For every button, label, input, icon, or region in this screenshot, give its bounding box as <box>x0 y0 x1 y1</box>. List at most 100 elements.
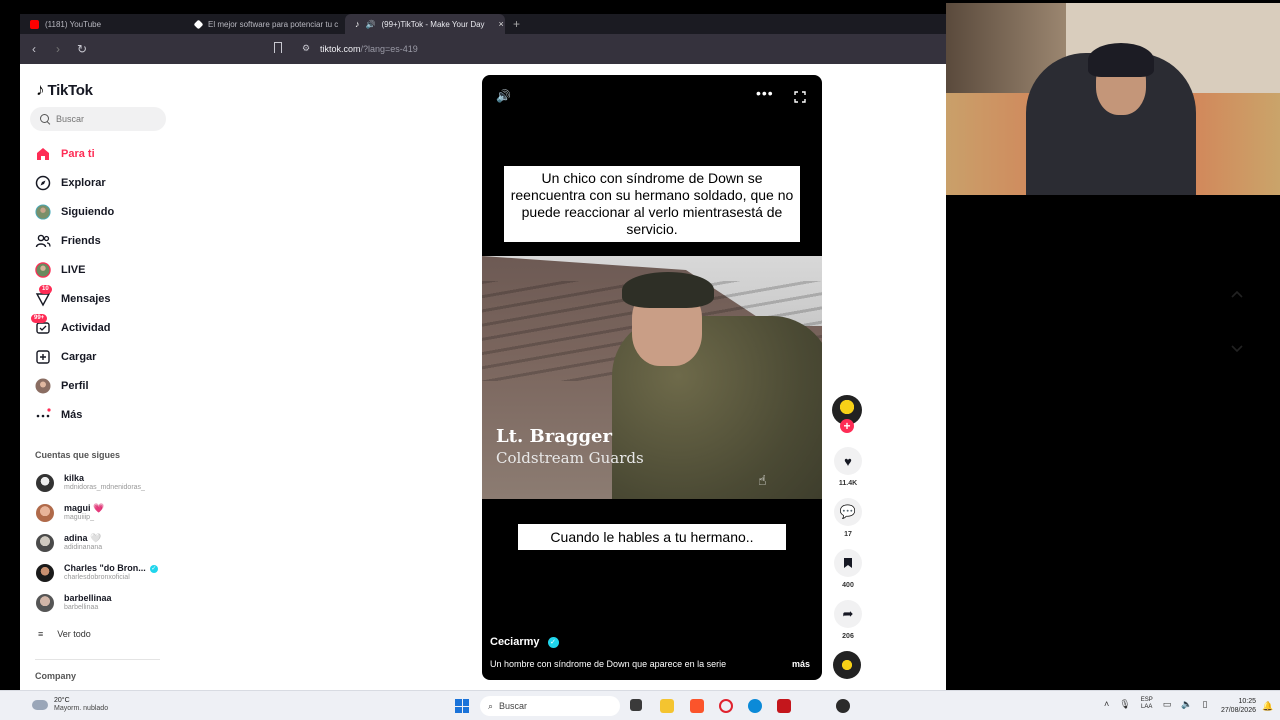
previous-video-button[interactable] <box>1222 279 1252 309</box>
fullscreen-icon[interactable] <box>794 90 806 103</box>
follow-plus-icon[interactable]: + <box>840 419 854 433</box>
tab-software[interactable]: El mejor software para potenciar tu c <box>185 14 345 34</box>
bookmark-icon[interactable] <box>274 42 282 53</box>
nav-label: Siguiendo <box>61 206 115 218</box>
account-name: barbellinaa <box>64 593 112 603</box>
following-avatar-icon <box>35 204 51 220</box>
reload-icon[interactable]: ↻ <box>72 42 92 56</box>
speaker-icon[interactable]: 🔈 <box>1181 699 1192 710</box>
sound-disc-icon[interactable] <box>833 651 861 679</box>
battery-icon[interactable]: ▯ <box>1202 699 1207 710</box>
nav-label: Más <box>61 409 83 421</box>
profile-avatar-icon <box>35 378 51 394</box>
soldier-beret <box>622 272 714 308</box>
video-player[interactable]: 🔊 ••• Un chico con síndrome de Down se r… <box>482 75 822 680</box>
see-all-label: Ver todo <box>57 629 91 639</box>
following-section-title: Cuentas que sigues <box>35 450 121 460</box>
account-name: magui 💗 <box>64 503 105 513</box>
notification-icon[interactable]: 🔔 <box>1262 701 1273 712</box>
share-icon[interactable]: ➦ <box>834 600 862 628</box>
more-dots-icon <box>35 407 51 423</box>
taskbar: 20°C Mayorm. nublado ⌕ Buscar ˄ 🎙 ESP LA… <box>0 690 1280 720</box>
tab-tiktok[interactable]: ♪ 🔊 (99+)TikTok - Make Your Day × <box>345 14 505 34</box>
network-icon[interactable]: ▭ <box>1163 699 1172 710</box>
opera-icon[interactable] <box>719 699 733 713</box>
description-more-link[interactable]: más <box>792 659 810 669</box>
url-host: tiktok.com <box>320 44 361 54</box>
author-name: Ceciarmy <box>490 636 540 648</box>
chevron-up-icon[interactable]: ˄ <box>1104 699 1109 709</box>
sidebar-divider <box>35 659 160 660</box>
microphone-icon[interactable]: 🎙 <box>1119 699 1130 710</box>
taskbar-search[interactable]: ⌕ Buscar <box>480 696 620 716</box>
comment-count: 17 <box>844 531 852 538</box>
video-description: Un hombre con síndrome de Down que apare… <box>490 659 727 669</box>
tiktok-logo[interactable]: ♪ TikTok <box>36 80 93 100</box>
obs-icon[interactable] <box>836 699 850 713</box>
search-box[interactable] <box>30 107 166 131</box>
nav-friends[interactable]: Friends <box>35 230 101 252</box>
acrobat-icon[interactable] <box>777 699 791 713</box>
tab-close-icon[interactable]: × <box>499 19 504 29</box>
following-account[interactable]: magui 💗 maguiiip_ <box>36 503 104 522</box>
forward-icon[interactable]: › <box>48 42 68 56</box>
tiktok-note-icon: ♪ <box>36 80 45 99</box>
weather-text: Mayorm. nublado <box>54 705 109 712</box>
friends-icon <box>35 233 51 249</box>
nav-siguiendo[interactable]: Siguiendo <box>35 201 114 223</box>
webcam-overlay <box>946 3 1280 195</box>
back-icon[interactable]: ‹ <box>24 42 44 56</box>
next-video-button[interactable] <box>1222 334 1252 364</box>
volume-icon[interactable]: 🔊 <box>496 89 511 103</box>
site-info-icon[interactable]: ⚙ <box>302 43 310 54</box>
nav-perfil[interactable]: Perfil <box>35 375 89 397</box>
hand-cursor-icon: ☝ <box>758 472 767 488</box>
edge-icon[interactable] <box>748 699 762 713</box>
like-action[interactable]: ♥ 11.4K <box>832 447 864 487</box>
temperature: 20°C <box>54 697 70 704</box>
following-account[interactable]: adina 🤍 adidinanana <box>36 533 102 552</box>
tab-youtube[interactable]: (1181) YouTube <box>20 14 185 34</box>
file-explorer-icon[interactable] <box>660 699 674 713</box>
comment-action[interactable]: 💬 17 <box>832 498 864 538</box>
system-tray: ˄ 🎙 ESP LAA ▭ 🔈 ▯ <box>1104 697 1207 711</box>
list-icon: ≡ <box>38 629 44 639</box>
speaker-icon: 🔊 <box>365 19 376 29</box>
language-indicator[interactable]: ESP LAA <box>1141 697 1153 711</box>
like-count: 11.4K <box>838 480 858 487</box>
comment-icon[interactable]: 💬 <box>834 498 862 526</box>
home-icon <box>35 146 51 162</box>
avatar <box>36 593 54 612</box>
new-tab-button[interactable]: + <box>505 17 528 31</box>
task-view-icon[interactable] <box>630 699 642 711</box>
search-input[interactable] <box>56 114 156 124</box>
brave-icon[interactable] <box>690 699 704 713</box>
more-options-icon[interactable]: ••• <box>756 85 774 101</box>
heart-icon[interactable]: ♥ <box>834 447 862 475</box>
nav-cargar[interactable]: Cargar <box>35 346 96 368</box>
account-handle: barbellinaa <box>64 604 99 611</box>
address-bar[interactable]: tiktok.com/?lang=es-419 <box>320 44 418 54</box>
following-account[interactable]: barbellinaa barbellinaa <box>36 593 112 612</box>
nav-mensajes[interactable]: 10 Mensajes <box>35 285 111 310</box>
save-action[interactable]: 400 <box>832 549 864 589</box>
following-account[interactable]: kilka mdnidoras_mdnenidoras_ <box>36 473 145 492</box>
share-action[interactable]: ➦ 206 <box>832 600 864 640</box>
clock[interactable]: 10:25 27/08/2026 <box>1212 697 1256 715</box>
video-author[interactable]: Ceciarmy ✓ <box>490 636 559 648</box>
windows-start-icon[interactable] <box>455 699 469 713</box>
nav-explorar[interactable]: Explorar <box>35 172 106 194</box>
see-all-link[interactable]: ≡ Ver todo <box>38 629 91 639</box>
tiktok-favicon-icon: ♪ <box>355 19 360 29</box>
nav-actividad[interactable]: 99+ Actividad <box>31 314 111 339</box>
bookmark-icon[interactable] <box>834 549 862 577</box>
following-account[interactable]: Charles "do Bron... ✓ charlesdobronxoficia… <box>36 563 158 582</box>
nav-label: Friends <box>61 235 101 247</box>
weather-widget[interactable]: 20°C Mayorm. nublado <box>32 697 108 713</box>
nav-live[interactable]: LIVE <box>35 259 85 281</box>
nav-para-ti[interactable]: Para ti <box>35 143 95 165</box>
nav-mas[interactable]: Más <box>35 404 82 426</box>
tab-label: El mejor software para potenciar tu c <box>208 19 339 29</box>
nav-label: Mensajes <box>61 293 111 305</box>
company-link[interactable]: Company <box>35 671 76 681</box>
